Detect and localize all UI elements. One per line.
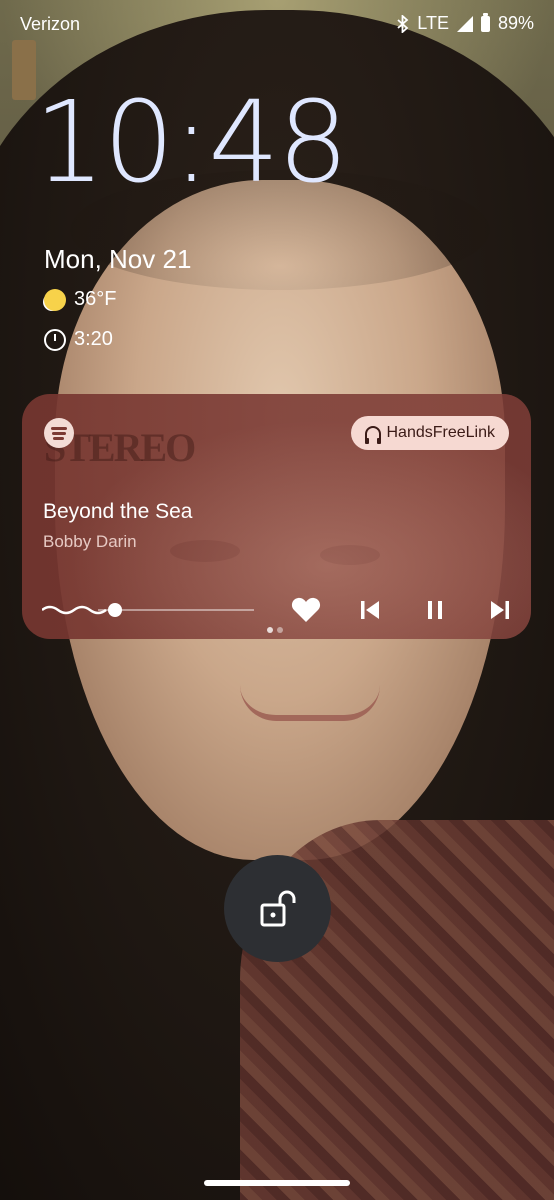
skip-next-button[interactable] bbox=[482, 592, 518, 628]
page-dot bbox=[267, 627, 273, 633]
temperature: 36°F bbox=[74, 288, 117, 310]
headphones-icon bbox=[364, 426, 381, 444]
like-icon bbox=[291, 597, 321, 622]
alarm-time: 3:20 bbox=[74, 328, 113, 350]
status-bar: Verizon LTE 89% bbox=[0, 0, 554, 50]
clock: 10:48 bbox=[34, 78, 349, 208]
alarm-row[interactable]: 3:20 bbox=[44, 328, 113, 351]
unlock-button[interactable] bbox=[224, 855, 331, 962]
song-artist: Bobby Darin bbox=[43, 532, 137, 551]
skip-previous-button[interactable] bbox=[352, 592, 388, 628]
bluetooth-icon bbox=[397, 14, 409, 33]
spotify-icon[interactable] bbox=[44, 418, 74, 448]
signal-icon bbox=[456, 15, 473, 32]
page-indicator bbox=[267, 627, 283, 633]
seek-bar[interactable] bbox=[42, 600, 254, 620]
page-dot bbox=[277, 627, 283, 633]
pause-button[interactable] bbox=[417, 592, 453, 628]
unlock-icon bbox=[260, 890, 295, 926]
status-icons: LTE 89% bbox=[397, 12, 534, 34]
seek-thumb[interactable] bbox=[108, 603, 122, 617]
output-device-label: HandsFreeLink bbox=[386, 424, 496, 441]
output-device-chip[interactable]: HandsFreeLink bbox=[350, 416, 509, 450]
mouth bbox=[240, 685, 380, 721]
pause-icon bbox=[428, 601, 442, 619]
skip-previous-icon bbox=[361, 601, 379, 619]
sunny-icon bbox=[44, 288, 66, 311]
song-title: Beyond the Sea bbox=[43, 500, 193, 523]
network-type: LTE bbox=[417, 13, 449, 33]
carrier-label: Verizon bbox=[20, 14, 81, 34]
home-indicator[interactable] bbox=[204, 1180, 350, 1186]
weather-row[interactable]: 36°F bbox=[44, 288, 116, 311]
alarm-icon bbox=[44, 328, 66, 351]
battery-icon bbox=[480, 12, 490, 32]
media-player-card[interactable]: STEREO HandsFreeLink Beyond the Sea Bobb… bbox=[22, 394, 531, 639]
like-button[interactable] bbox=[288, 592, 324, 628]
skip-next-icon bbox=[491, 601, 509, 619]
date-label: Mon, Nov 21 bbox=[44, 244, 192, 274]
battery-percent: 89% bbox=[497, 13, 534, 33]
